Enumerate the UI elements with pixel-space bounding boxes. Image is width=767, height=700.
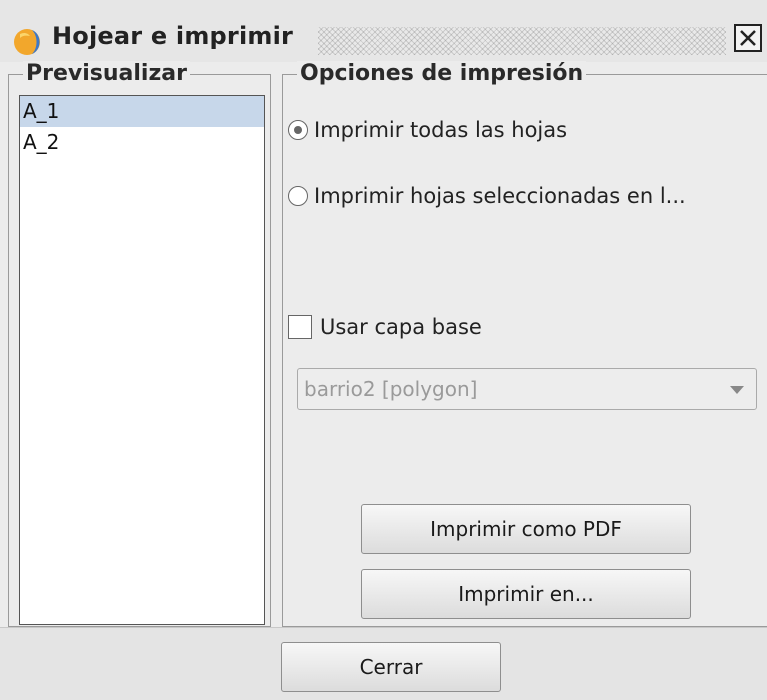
close-button[interactable] [734,24,762,52]
radio-print-all-label: Imprimir todas las hojas [314,118,568,142]
dialog-content: Previsualizar A_1 A_2 Opciones de impres… [0,61,767,627]
radio-print-all[interactable]: Imprimir todas las hojas [288,118,567,142]
radio-print-selected-label: Imprimir hojas seleccionadas en l... [314,184,686,208]
app-icon [14,29,40,55]
base-layer-option[interactable]: Usar capa base [288,315,482,339]
window-title: Hojear e imprimir [52,22,294,50]
chevron-down-icon [730,386,744,394]
list-item[interactable]: A_2 [20,127,264,158]
title-drag-area[interactable] [318,27,726,55]
sheet-list[interactable]: A_1 A_2 [19,95,265,625]
title-bar[interactable]: Hojear e imprimir [0,0,767,62]
base-layer-label: Usar capa base [320,315,482,339]
print-pdf-button[interactable]: Imprimir como PDF [361,504,691,554]
radio-print-selected[interactable]: Imprimir hojas seleccionadas en l... [288,184,686,208]
print-options-legend: Opciones de impresión [297,61,587,87]
close-dialog-button[interactable]: Cerrar [281,642,501,692]
layer-select[interactable]: barrio2 [polygon] [297,368,757,410]
radio-button-checked[interactable] [288,120,308,140]
base-layer-checkbox[interactable] [288,315,312,339]
close-icon [740,30,756,46]
radio-button[interactable] [288,186,308,206]
preview-legend: Previsualizar [23,61,190,87]
preview-group: Previsualizar A_1 A_2 [8,61,271,627]
layer-select-value: barrio2 [polygon] [304,377,478,401]
list-item[interactable]: A_1 [20,96,264,127]
print-to-button[interactable]: Imprimir en... [361,569,691,619]
